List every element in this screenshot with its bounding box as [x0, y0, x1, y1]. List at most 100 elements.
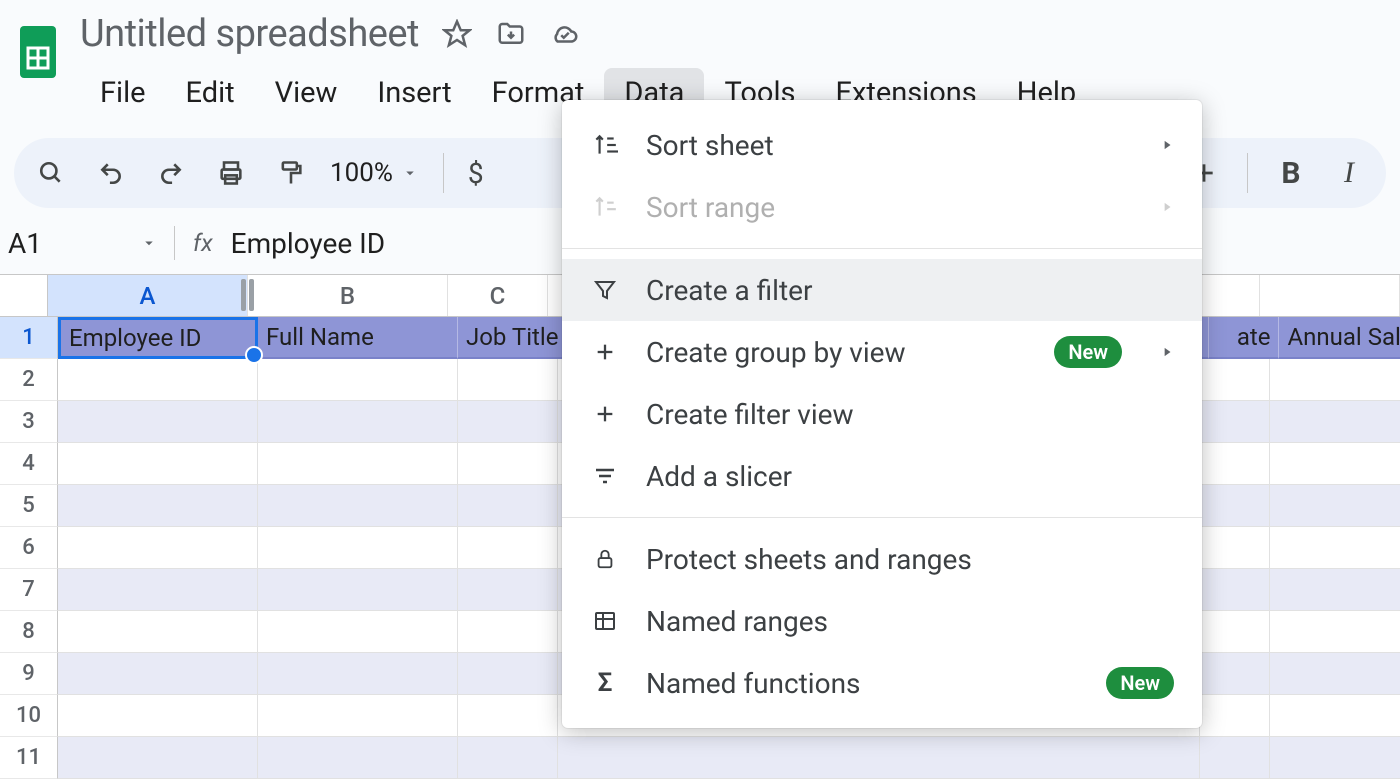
row-header[interactable]: 5: [0, 485, 58, 527]
menu-file[interactable]: File: [80, 68, 166, 118]
cell[interactable]: [1200, 527, 1270, 569]
cell[interactable]: [58, 611, 258, 653]
cell[interactable]: [1270, 401, 1400, 443]
row-header[interactable]: 6: [0, 527, 58, 569]
menu-create-filter[interactable]: Create a filter: [562, 259, 1202, 321]
cell[interactable]: [458, 359, 558, 401]
sheets-logo[interactable]: [14, 22, 62, 82]
row-header[interactable]: 7: [0, 569, 58, 611]
menu-create-filter-view[interactable]: Create filter view: [562, 383, 1202, 445]
cloud-status-icon[interactable]: [549, 18, 581, 50]
menu-create-group-by[interactable]: Create group by view New: [562, 321, 1202, 383]
toolbar-separator: [1247, 153, 1248, 193]
cell[interactable]: [1270, 737, 1400, 779]
cell[interactable]: [1200, 485, 1270, 527]
row-header[interactable]: 4: [0, 443, 58, 485]
cell[interactable]: [258, 695, 458, 737]
col-header-B[interactable]: B: [248, 275, 448, 316]
cell[interactable]: [258, 527, 458, 569]
menu-insert[interactable]: Insert: [357, 68, 471, 118]
cell[interactable]: [1200, 443, 1270, 485]
star-icon[interactable]: [441, 18, 473, 50]
cell[interactable]: [258, 653, 458, 695]
cell[interactable]: [1270, 569, 1400, 611]
cell[interactable]: [58, 569, 258, 611]
cell[interactable]: [458, 695, 558, 737]
menu-sort-sheet[interactable]: Sort sheet: [562, 114, 1202, 176]
cell[interactable]: [458, 737, 558, 779]
cell[interactable]: [1200, 611, 1270, 653]
cell[interactable]: [1270, 443, 1400, 485]
cell[interactable]: [458, 527, 558, 569]
cell[interactable]: [1270, 359, 1400, 401]
cell[interactable]: [58, 401, 258, 443]
print-icon[interactable]: [210, 152, 252, 194]
cell[interactable]: [258, 611, 458, 653]
cell[interactable]: [258, 569, 458, 611]
row-header[interactable]: 10: [0, 695, 58, 737]
bold-button[interactable]: B: [1270, 152, 1312, 194]
col-header-G[interactable]: [1260, 275, 1400, 316]
cell[interactable]: [1270, 611, 1400, 653]
doc-title[interactable]: Untitled spreadsheet: [80, 12, 419, 56]
cell[interactable]: [258, 359, 458, 401]
col-header-A[interactable]: A: [48, 275, 248, 316]
cell[interactable]: [1200, 569, 1270, 611]
cell[interactable]: [458, 485, 558, 527]
row-header[interactable]: 11: [0, 737, 58, 779]
select-all-corner[interactable]: [0, 275, 48, 316]
search-icon[interactable]: [30, 152, 72, 194]
cell[interactable]: [458, 443, 558, 485]
cell[interactable]: [1200, 401, 1270, 443]
currency-format-button[interactable]: $: [468, 157, 484, 190]
cell[interactable]: [458, 611, 558, 653]
cell-C1[interactable]: Job Title: [458, 317, 567, 359]
menu-named-functions[interactable]: Σ Named functions New: [562, 652, 1202, 714]
cell-A1[interactable]: Employee ID: [58, 317, 258, 359]
cell[interactable]: [1200, 359, 1270, 401]
formula-bar[interactable]: Employee ID: [231, 227, 385, 260]
cell[interactable]: [58, 443, 258, 485]
cell[interactable]: [458, 653, 558, 695]
cell[interactable]: [1270, 653, 1400, 695]
row-header[interactable]: 8: [0, 611, 58, 653]
cell[interactable]: [58, 653, 258, 695]
italic-button[interactable]: I: [1328, 152, 1370, 194]
cell[interactable]: [1270, 485, 1400, 527]
move-icon[interactable]: [495, 18, 527, 50]
cell[interactable]: [1270, 695, 1400, 737]
cell[interactable]: [258, 443, 458, 485]
col-header-C[interactable]: C: [448, 275, 548, 316]
zoom-select[interactable]: 100%: [330, 158, 419, 188]
cell[interactable]: [58, 485, 258, 527]
cell[interactable]: [258, 401, 458, 443]
menu-view[interactable]: View: [255, 68, 358, 118]
cell[interactable]: [58, 737, 258, 779]
menu-add-slicer[interactable]: Add a slicer: [562, 445, 1202, 507]
cell[interactable]: [258, 737, 458, 779]
cell-B1[interactable]: Full Name: [258, 317, 458, 359]
undo-icon[interactable]: [90, 152, 132, 194]
cell[interactable]: [1270, 527, 1400, 569]
row-header[interactable]: 3: [0, 401, 58, 443]
cell-G1[interactable]: Annual Sal: [1279, 317, 1400, 359]
menu-protect-sheets[interactable]: Protect sheets and ranges: [562, 528, 1202, 590]
redo-icon[interactable]: [150, 152, 192, 194]
cell[interactable]: [1200, 653, 1270, 695]
cell[interactable]: [1200, 737, 1270, 779]
cell[interactable]: [58, 695, 258, 737]
row-header[interactable]: 2: [0, 359, 58, 401]
row-header[interactable]: 9: [0, 653, 58, 695]
name-box[interactable]: A1: [4, 227, 174, 260]
cell[interactable]: [58, 527, 258, 569]
menu-edit[interactable]: Edit: [166, 68, 255, 118]
cell[interactable]: [458, 569, 558, 611]
paint-format-icon[interactable]: [270, 152, 312, 194]
cell[interactable]: [58, 359, 258, 401]
row-header-1[interactable]: 1: [0, 317, 58, 359]
cell[interactable]: [1200, 695, 1270, 737]
cell-F1-partial[interactable]: ate: [1209, 317, 1279, 359]
cell[interactable]: [258, 485, 458, 527]
menu-named-ranges[interactable]: Named ranges: [562, 590, 1202, 652]
cell[interactable]: [458, 401, 558, 443]
